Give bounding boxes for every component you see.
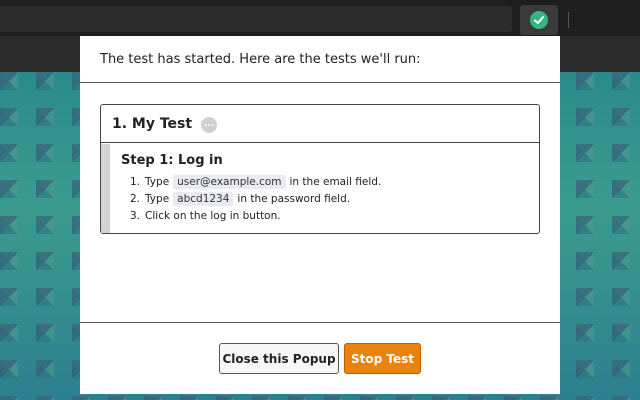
code-value: abcd1234 bbox=[173, 191, 234, 206]
step-title: Step 1: Log in bbox=[121, 153, 223, 168]
extension-popup: The test has started. Here are the tests… bbox=[80, 36, 560, 394]
step-text: in the email field. bbox=[289, 175, 382, 188]
footer-divider bbox=[80, 322, 560, 323]
step-list: 1. Type user@example.com in the email fi… bbox=[121, 173, 539, 224]
extension-button[interactable] bbox=[520, 5, 558, 35]
test-card-header: 1. My Test bbox=[101, 105, 539, 143]
stop-test-button[interactable]: Stop Test bbox=[344, 343, 421, 374]
list-item: 3. Click on the log in button. bbox=[121, 207, 539, 224]
step-block: Step 1: Log in 1. Type user@example.com … bbox=[101, 144, 539, 233]
toolbar-divider bbox=[568, 12, 569, 28]
close-popup-button[interactable]: Close this Popup bbox=[219, 343, 339, 374]
step-text: Type bbox=[145, 192, 170, 205]
address-bar[interactable] bbox=[0, 6, 512, 32]
list-item: 1. Type user@example.com in the email fi… bbox=[121, 173, 539, 190]
step-number: 1. bbox=[130, 175, 141, 188]
step-number: 3. bbox=[130, 209, 141, 222]
checkmark-icon bbox=[530, 11, 548, 29]
popup-header: The test has started. Here are the tests… bbox=[80, 36, 560, 83]
browser-toolbar bbox=[0, 0, 640, 36]
pending-dots-icon bbox=[201, 116, 218, 133]
step-text: in the password field. bbox=[237, 192, 351, 205]
code-value: user@example.com bbox=[173, 174, 286, 189]
step-number: 2. bbox=[130, 192, 141, 205]
test-title: 1. My Test bbox=[112, 115, 193, 132]
step-text: Click on the log in button. bbox=[145, 209, 281, 222]
list-item: 2. Type abcd1234 in the password field. bbox=[121, 190, 539, 207]
step-text: Type bbox=[145, 175, 170, 188]
test-card: 1. My Test Step 1: Log in 1. Type user@e… bbox=[100, 104, 540, 234]
